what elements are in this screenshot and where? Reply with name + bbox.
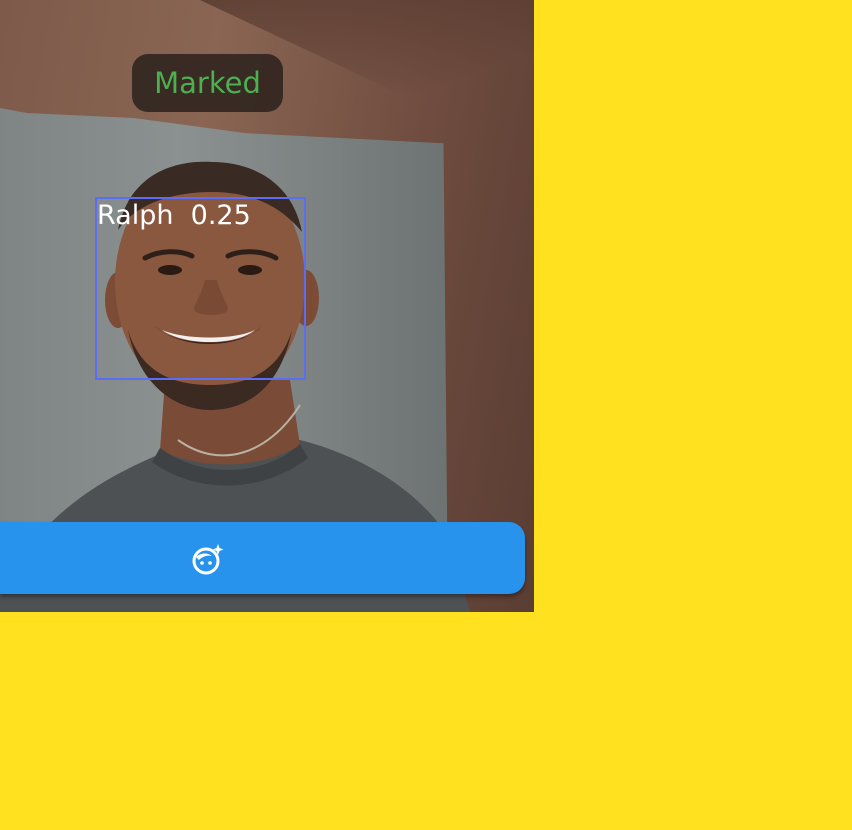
status-badge: Marked	[132, 54, 283, 112]
recognize-face-button[interactable]	[0, 522, 525, 594]
face-detection-label: Ralph 0.25	[97, 198, 251, 234]
screen: Marked Ralph 0.25	[0, 0, 852, 830]
detected-name: Ralph	[97, 200, 174, 231]
detection-score: 0.25	[190, 200, 251, 231]
face-retouching-icon	[192, 544, 224, 575]
